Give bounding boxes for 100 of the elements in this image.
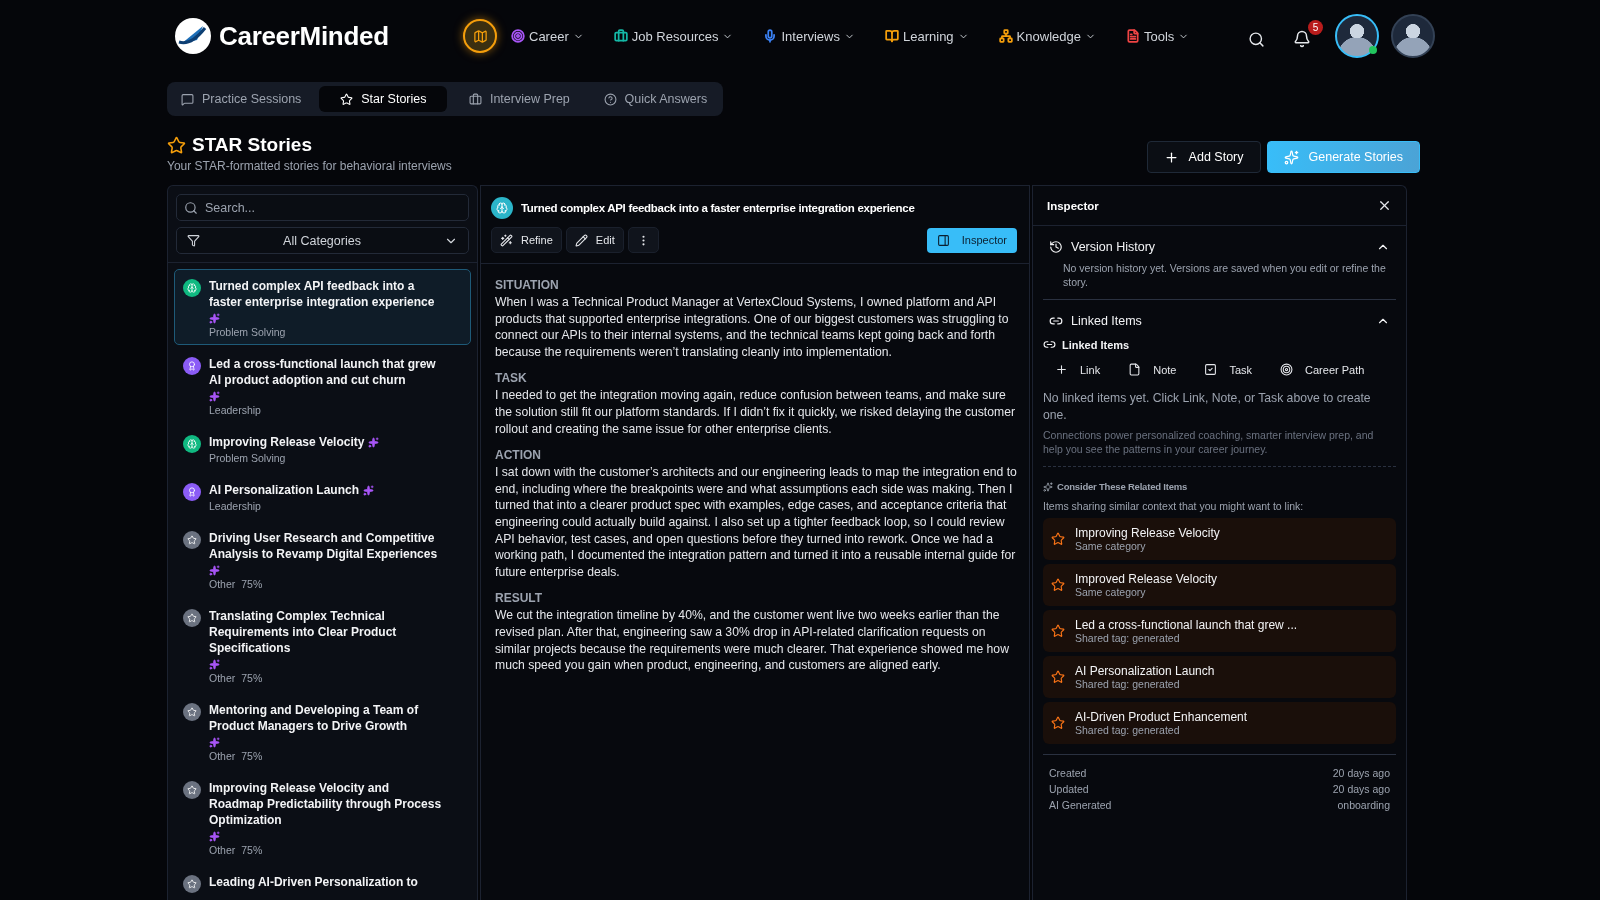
empty-message: No linked items yet. Click Link, Note, or Task above to create one. [1043,390,1372,424]
section-heading: TASK [495,371,528,386]
document-icon [1128,363,1142,376]
star-icon [340,92,354,106]
story-title: Led a cross-functional launch that grew AI product adoption and cut churn [209,356,437,388]
meta-value: onboarding [1336,799,1390,811]
sparkle-icon [368,436,380,448]
story-list-item[interactable]: Turned complex API feedback into a faster enterprise integration experience Problem Solving [174,269,471,345]
sparkle-icon [209,737,220,748]
add-link-button[interactable]: Task [1204,363,1253,376]
section-text: I sat down with the customer’s architects and our engineering leads to map the integration end to end, including where the breakpoints were and what assumptions each side was making. Then I turned that into a clearer product spec with examples, edge cases, and acceptance criteria that engineering could actually build against. I also set up a tighter feedback loop, so I could review API behavior, test cases, and open questions before they turned into rework. Once we had a working path, I documented the integration pattern and turned it into a reusable internal guide for future enterprise deals. [495,464,1017,581]
story-list-item[interactable]: Leading AI-Driven Personalization to [174,865,471,900]
star-icon [1051,532,1065,546]
star-icon [1051,670,1065,684]
sparkle-icon [1283,149,1299,165]
refine-button[interactable]: Refine [491,227,562,253]
story-list-item[interactable]: Led a cross-functional launch that grew AI product adoption and cut churn Leadership [174,347,471,423]
notifications-button[interactable]: 5 [1289,20,1323,52]
story-score: 75% [241,578,263,590]
sparkle-icon [1043,481,1053,492]
story-score: 75% [241,672,263,684]
related-title: Consider These Related Items [1057,481,1188,492]
version-history-text: No version history yet. Versions are saved when you edit or refine the story. [1062,262,1387,290]
category-dropdown[interactable]: All Categories [176,227,469,254]
category-icon [183,435,201,453]
story-list-item[interactable]: Mentoring and Developing a Team of Product Managers to Drive Growth Other 75% [174,693,471,769]
meta-value: 20 days ago [1332,767,1390,779]
nav-menu-item[interactable]: Learning [885,28,969,44]
nav-menu-item[interactable]: Career [511,28,584,44]
sparkle-icon [209,659,220,670]
user-avatar[interactable] [1335,14,1379,58]
tab[interactable]: Interview Prep [455,86,584,112]
story-heading: Turned complex API feedback into a faster enterprise integration experience [521,201,915,214]
chat-icon [181,92,194,106]
search-field[interactable]: Search... [176,194,469,221]
story-category: Other [209,750,236,762]
tab[interactable]: Quick Answers [591,86,720,112]
edit-button[interactable]: Edit [565,227,624,253]
related-item[interactable]: Improved Release Velocity Same category [1043,564,1396,606]
user-avatar[interactable] [1391,14,1435,58]
story-category: Other [209,844,236,856]
nav-menu-item[interactable]: Interviews [763,28,855,44]
section-heading: ACTION [495,448,542,463]
category-icon [183,781,201,799]
related-item[interactable]: Led a cross-functional launch that grew ... Shared tag: generated [1043,610,1396,652]
related-item[interactable]: AI-Driven Product Enhancement Shared tag: generated [1043,702,1396,744]
nav-menu-item[interactable]: Job Resources [613,28,734,44]
link-icon [1049,314,1063,328]
story-list-item[interactable]: Improving Release Velocity and Roadmap Predictability through Process Optimization Other 75% [174,771,471,863]
related-item[interactable]: Improving Release Velocity Same category [1043,518,1396,560]
online-indicator [1369,46,1377,54]
sparkle-icon [209,831,220,842]
nav-menu-item[interactable]: Knowledge [998,28,1096,44]
story-list-item[interactable]: AI Personalization Launch Leadership [174,473,471,519]
bell-icon [1293,30,1311,48]
story-score: 75% [241,844,263,856]
story-title: Turned complex API feedback into a faster enterprise integration experience [209,278,436,310]
section-title: Version History [1071,240,1156,254]
section-heading: SITUATION [495,278,560,292]
star-icon [167,135,186,155]
meta-label: Created [1049,767,1088,779]
link-icon [1043,338,1056,351]
linked-items-label: Linked Items [1062,338,1130,351]
add-link-button[interactable]: Note [1128,363,1177,376]
section-heading: RESULT [495,591,544,606]
help-icon [603,92,617,106]
story-list-item[interactable]: Improving Release Velocity Problem Solving [174,425,471,471]
story-list-item[interactable]: Translating Complex Technical Requirements into Clear Product Specifications Other 75% [174,599,471,691]
pencil-icon [574,233,588,247]
page-title: STAR Stories [192,134,312,156]
story-category: Leadership [209,500,261,512]
panel-icon [936,233,950,247]
map-button[interactable] [463,19,497,53]
story-title: AI Personalization Launch [209,482,360,498]
map-icon [472,28,488,44]
inspector-button[interactable]: Inspector [926,227,1017,253]
story-list-item[interactable]: Driving User Research and Competitive Analysis to Revamp Digital Experiences Other 75% [174,521,471,597]
story-category: Problem Solving [209,326,286,338]
story-category: Leadership [209,404,261,416]
logo-icon [173,16,213,56]
tab[interactable]: Star Stories [319,86,448,112]
story-title: Improving Release Velocity and Roadmap Predictability through Process Optimization [209,780,443,828]
category-icon [183,531,201,549]
related-item[interactable]: AI Personalization Launch Shared tag: generated [1043,656,1396,698]
history-icon [1049,240,1063,254]
plus-icon [1055,363,1068,376]
search-icon [1248,30,1265,48]
add-link-button[interactable]: Career Path [1280,363,1365,376]
category-icon [183,703,201,721]
story-title: Improving Release Velocity [209,434,365,450]
tab[interactable]: Practice Sessions [171,86,312,112]
meta-label: AI Generated [1049,799,1113,811]
category-icon [183,279,201,297]
add-link-button[interactable]: Link [1055,363,1101,376]
close-icon[interactable] [1377,198,1392,213]
magic-wand-icon [500,233,513,247]
add-button[interactable]: Add Story [1146,141,1261,173]
story-title: Leading AI-Driven Personalization to [209,874,418,890]
nav-menu-item[interactable]: Tools [1125,28,1190,44]
category-icon [183,875,201,893]
